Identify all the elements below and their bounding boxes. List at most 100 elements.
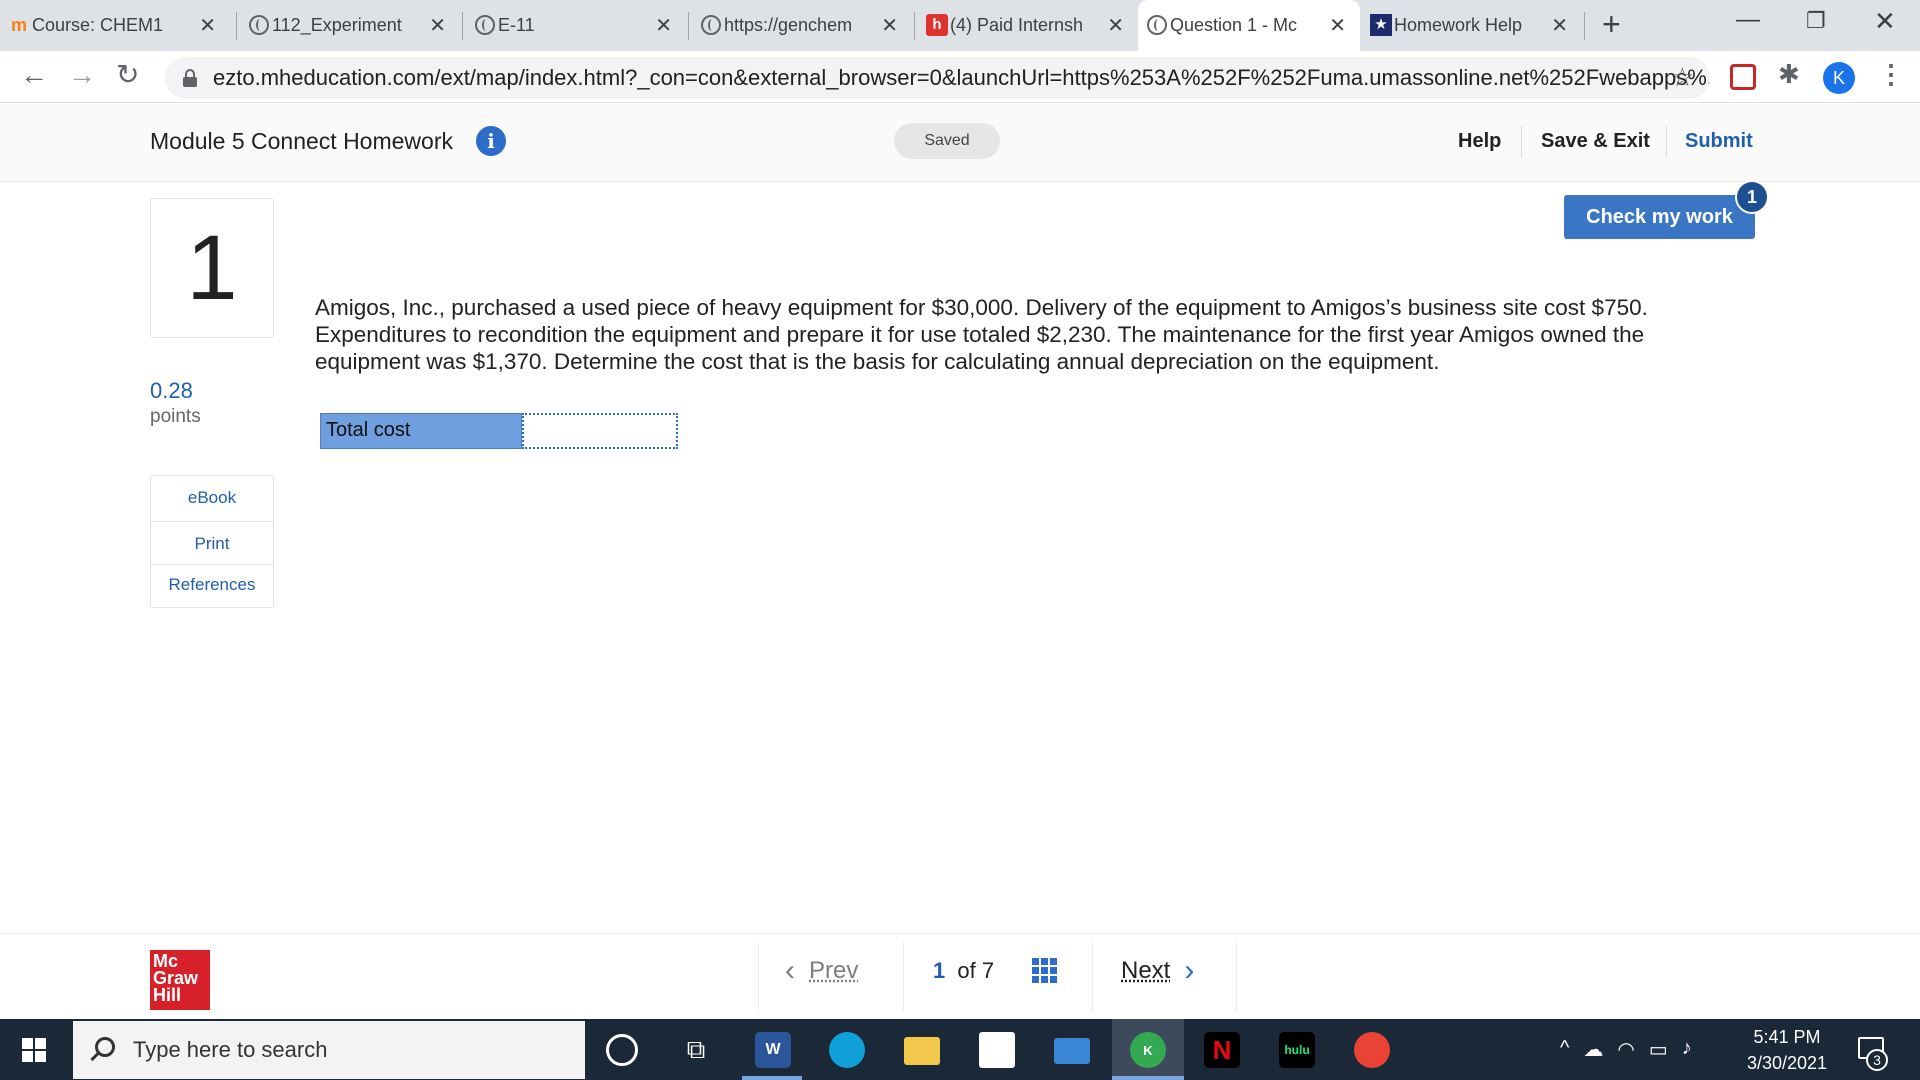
tab-title: Question 1 - Mc bbox=[1170, 15, 1298, 35]
prev-button[interactable]: ‹ Prev bbox=[785, 956, 858, 986]
divider bbox=[1521, 126, 1522, 158]
references-link[interactable]: References bbox=[151, 575, 273, 595]
divider bbox=[1666, 126, 1667, 158]
puzzle-icon[interactable]: ✱ bbox=[1778, 59, 1800, 90]
handshake-icon: h bbox=[926, 14, 948, 36]
close-icon[interactable]: ✕ bbox=[1329, 13, 1346, 38]
edge-icon[interactable] bbox=[829, 1032, 865, 1068]
check-my-work-button[interactable]: Check my work bbox=[1564, 195, 1755, 239]
chevron-right-icon: › bbox=[1184, 954, 1195, 987]
tab-separator bbox=[236, 12, 237, 40]
bookmark-star-icon[interactable]: ☆ bbox=[1671, 62, 1694, 93]
total-cost-input[interactable] bbox=[522, 413, 678, 449]
close-window-icon[interactable]: ✕ bbox=[1874, 6, 1896, 37]
task-view-icon[interactable]: ⧉ bbox=[678, 1032, 714, 1068]
browser-tab[interactable]: E-11 ✕ bbox=[466, 0, 686, 51]
logo-line: Hill bbox=[153, 985, 182, 1005]
page-current: 1 bbox=[933, 958, 946, 983]
print-link[interactable]: Print bbox=[151, 534, 273, 554]
active-indicator bbox=[742, 1076, 802, 1080]
saved-status-badge: Saved bbox=[894, 123, 1000, 159]
close-icon[interactable]: ✕ bbox=[429, 13, 446, 38]
browser-tab[interactable]: ★ Homework Help ✕ bbox=[1362, 0, 1582, 51]
battery-icon[interactable]: ▭ bbox=[1649, 1037, 1668, 1062]
windows-start-icon[interactable] bbox=[22, 1038, 46, 1062]
browser-tab[interactable]: h (4) Paid Internsh ✕ bbox=[918, 0, 1138, 51]
mcgraw-hill-logo: Mc Graw Hill bbox=[150, 950, 210, 1010]
volume-icon[interactable]: ♪ bbox=[1682, 1037, 1692, 1062]
next-label: Next bbox=[1121, 957, 1171, 984]
tab-separator bbox=[462, 12, 463, 40]
tab-title: Homework Help bbox=[1394, 15, 1523, 35]
minimize-icon[interactable]: — bbox=[1736, 6, 1760, 34]
submit-link[interactable]: Submit bbox=[1685, 130, 1753, 153]
chevron-left-icon: ‹ bbox=[785, 954, 795, 987]
search-icon bbox=[95, 1037, 115, 1057]
lock-icon bbox=[183, 69, 197, 87]
reload-icon[interactable]: ↻ bbox=[116, 61, 139, 89]
browser-toolbar: ← → ↻ ezto.mheducation.com/ext/map/index… bbox=[0, 51, 1920, 103]
resource-panel: eBook Print References bbox=[150, 475, 274, 608]
question-number: 1 bbox=[150, 198, 274, 338]
question-text: Amigos, Inc., purchased a used piece of … bbox=[315, 295, 1648, 374]
total-cost-label: Total cost bbox=[320, 413, 522, 449]
back-icon[interactable]: ← bbox=[20, 61, 48, 89]
check-count-badge: 1 bbox=[1735, 180, 1769, 214]
ebook-link[interactable]: eBook bbox=[151, 488, 273, 508]
browser-tab-active[interactable]: Question 1 - Mc ✕ bbox=[1138, 0, 1360, 51]
browser-tab-strip: m Course: CHEM1 ✕ 112_Experiment ✕ E-11 … bbox=[0, 0, 1920, 51]
chrome-profile-icon[interactable]: K bbox=[1130, 1032, 1166, 1068]
cloud-icon[interactable]: ☁ bbox=[1583, 1037, 1603, 1062]
save-exit-link[interactable]: Save & Exit bbox=[1541, 130, 1650, 153]
divider bbox=[151, 521, 273, 522]
page-of: of bbox=[957, 958, 976, 983]
store-icon[interactable] bbox=[979, 1032, 1015, 1068]
close-icon[interactable]: ✕ bbox=[881, 13, 898, 38]
globe-icon bbox=[474, 14, 496, 36]
prev-label: Prev bbox=[809, 957, 859, 984]
windows-taskbar: Type here to search ⧉ W K N hulu ^ ☁ ◠ ▭… bbox=[0, 1019, 1920, 1080]
chrome-icon[interactable] bbox=[1354, 1032, 1390, 1068]
tab-title: Course: CHEM1 bbox=[32, 15, 164, 35]
extension-shield-icon[interactable] bbox=[1730, 64, 1756, 90]
browser-tab[interactable]: m Course: CHEM1 ✕ bbox=[0, 0, 230, 51]
address-bar[interactable]: ezto.mheducation.com/ext/map/index.html?… bbox=[165, 57, 1710, 99]
browser-tab[interactable]: 112_Experiment ✕ bbox=[240, 0, 460, 51]
page-title: Module 5 Connect Homework bbox=[150, 128, 453, 154]
tab-title: (4) Paid Internsh bbox=[950, 15, 1084, 35]
hulu-icon[interactable]: hulu bbox=[1279, 1032, 1315, 1068]
globe-icon bbox=[248, 14, 270, 36]
browser-tab[interactable]: https://genchem ✕ bbox=[692, 0, 912, 51]
file-explorer-icon[interactable] bbox=[904, 1037, 940, 1065]
notification-count: 3 bbox=[1866, 1049, 1888, 1071]
close-icon[interactable]: ✕ bbox=[1107, 13, 1124, 38]
tab-separator bbox=[1584, 12, 1585, 40]
restore-icon[interactable]: ❐ bbox=[1806, 8, 1826, 34]
forward-icon[interactable]: → bbox=[68, 61, 96, 89]
chevron-up-icon[interactable]: ^ bbox=[1560, 1037, 1569, 1062]
taskbar-search-box[interactable]: Type here to search bbox=[73, 1021, 585, 1079]
close-icon[interactable]: ✕ bbox=[655, 13, 672, 38]
netflix-icon[interactable]: N bbox=[1204, 1032, 1240, 1068]
clock-time[interactable]: 5:41 PM bbox=[1752, 1027, 1822, 1048]
points-label: points bbox=[150, 406, 201, 427]
question-grid-icon[interactable] bbox=[1032, 958, 1058, 984]
profile-avatar[interactable]: K bbox=[1823, 62, 1855, 94]
word-icon[interactable]: W bbox=[755, 1032, 791, 1068]
close-icon[interactable]: ✕ bbox=[1551, 13, 1568, 38]
close-icon[interactable]: ✕ bbox=[199, 13, 216, 38]
info-icon[interactable]: i bbox=[476, 126, 506, 156]
active-indicator bbox=[1112, 1076, 1184, 1080]
help-link[interactable]: Help bbox=[1458, 130, 1501, 153]
clock-date[interactable]: 3/30/2021 bbox=[1740, 1053, 1834, 1074]
page-total: 7 bbox=[981, 958, 995, 983]
globe-icon bbox=[700, 14, 722, 36]
mail-icon[interactable] bbox=[1054, 1038, 1090, 1064]
new-tab-button[interactable]: + bbox=[1602, 8, 1621, 40]
cortana-icon[interactable] bbox=[606, 1034, 638, 1066]
search-placeholder: Type here to search bbox=[133, 1037, 328, 1062]
kebab-menu-icon[interactable]: ⋮ bbox=[1878, 61, 1904, 87]
wifi-icon[interactable]: ◠ bbox=[1617, 1037, 1634, 1062]
next-button[interactable]: Next › bbox=[1121, 956, 1194, 986]
tab-title: 112_Experiment bbox=[272, 15, 402, 35]
